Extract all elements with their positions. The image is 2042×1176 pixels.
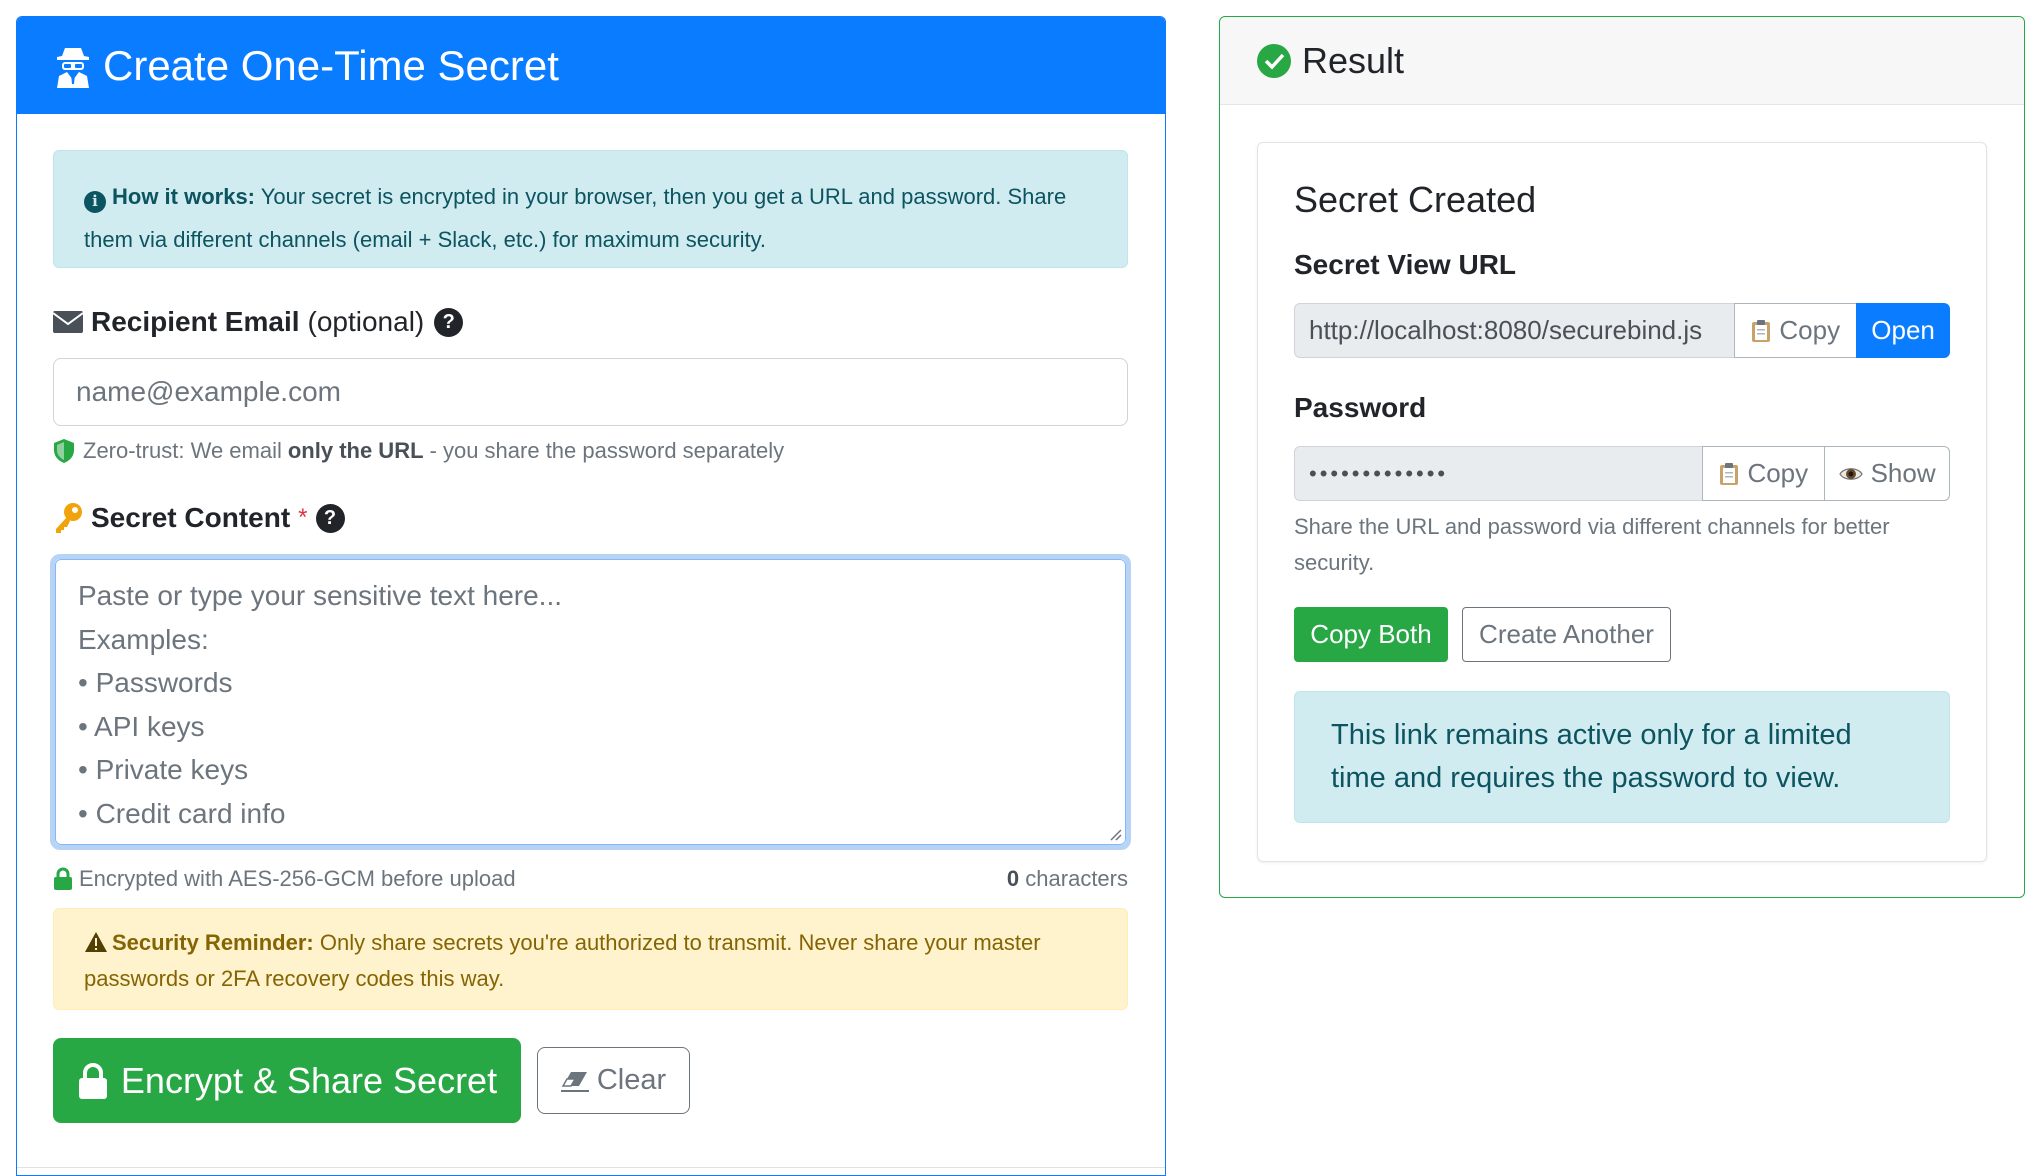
secret-placeholder: Paste or type your sensitive text here..…: [55, 559, 1126, 845]
resize-handle-icon[interactable]: [1106, 825, 1122, 841]
show-password-button[interactable]: Show: [1824, 446, 1951, 501]
eraser-icon: [560, 1071, 589, 1092]
copy-both-button[interactable]: Copy Both: [1294, 607, 1448, 662]
lock-icon: [78, 1062, 107, 1099]
copy-password-label: Copy: [1747, 458, 1809, 488]
clipboard-icon: [1720, 462, 1739, 485]
recipient-email-label: Recipient Email (optional) ?: [53, 304, 1129, 340]
char-count: 0: [1006, 866, 1020, 891]
placeholder-line: • Passwords: [78, 667, 233, 698]
encrypt-share-button[interactable]: Encrypt & Share Secret: [53, 1038, 521, 1123]
share-hint: Share the URL and password via different…: [1294, 514, 1890, 575]
link-expiry-text: This link remains active only for a limi…: [1331, 719, 1852, 794]
security-reminder-alert: Security Reminder: Only share secrets yo…: [53, 908, 1128, 1010]
lock-icon: [54, 867, 72, 890]
create-another-button[interactable]: Create Another: [1462, 607, 1671, 662]
character-counter: 0 characters: [1007, 866, 1128, 892]
copy-password-button[interactable]: Copy: [1702, 446, 1826, 501]
check-circle-icon: [1257, 43, 1291, 78]
link-expiry-alert: This link remains active only for a limi…: [1294, 691, 1950, 823]
email-help-icon[interactable]: ?: [434, 307, 464, 337]
open-url-label: Open: [1871, 315, 1935, 345]
clear-label: Clear: [596, 1064, 667, 1096]
secret-content-textarea[interactable]: Paste or type your sensitive text here..…: [50, 554, 1131, 850]
optional-text: (optional): [307, 306, 425, 337]
clipboard-icon: [1752, 319, 1771, 342]
password-group: ••••••••••••• Copy Show: [1294, 446, 1951, 501]
char-label: characters: [1025, 866, 1128, 891]
copy-url-label: Copy: [1779, 315, 1841, 345]
zero-trust-hint: Zero-trust: We email only the URL - you …: [53, 436, 1129, 466]
create-secret-card: Create One-Time Secret i How it works: Yo…: [16, 16, 1166, 1176]
show-password-label: Show: [1870, 458, 1936, 488]
encryption-note: Encrypted with AES-256-GCM before upload: [79, 866, 516, 891]
create-another-label: Create Another: [1479, 619, 1654, 649]
security-reminder-label: Security Reminder:: [112, 930, 314, 955]
encrypt-share-label: Encrypt & Share Secret: [120, 1059, 498, 1101]
zero-trust-bold: only the URL: [287, 438, 424, 463]
email-placeholder: name@example.com: [76, 376, 341, 407]
secret-created-heading: Secret Created: [1294, 179, 1537, 220]
recipient-email-input[interactable]: name@example.com: [53, 358, 1128, 426]
recipient-email-title: Recipient Email: [91, 306, 300, 337]
card-divider: [17, 1167, 1165, 1168]
result-title: Result: [1302, 39, 1405, 81]
info-circle-icon: i: [84, 190, 106, 213]
zero-trust-prefix: Zero-trust: We email: [83, 438, 282, 463]
warning-triangle-icon: [85, 932, 107, 952]
create-secret-header: Create One-Time Secret: [17, 17, 1165, 114]
eye-icon: [1838, 467, 1863, 480]
placeholder-line: • API keys: [78, 710, 205, 742]
open-url-button[interactable]: Open: [1856, 303, 1950, 358]
clear-button[interactable]: Clear: [537, 1047, 690, 1114]
key-icon: [56, 503, 82, 533]
result-header: Result: [1220, 17, 2024, 105]
zero-trust-suffix: - you share the password separately: [429, 438, 785, 463]
secret-url-value: http://localhost:8080/securebind.js: [1309, 315, 1703, 345]
secret-help-icon[interactable]: ?: [315, 503, 345, 533]
secret-created-panel: Secret Created Secret View URL http://lo…: [1257, 142, 1987, 862]
password-label: Password: [1294, 392, 1427, 423]
placeholder-line: • Credit card info: [78, 797, 286, 829]
secret-url-group: http://localhost:8080/securebind.js Copy…: [1294, 303, 1950, 358]
password-field[interactable]: •••••••••••••: [1294, 446, 1704, 501]
how-it-works-alert: i How it works: Your secret is encrypted …: [53, 150, 1128, 268]
password-mask: •••••••••••••: [1309, 460, 1449, 486]
placeholder-line: • Private keys: [78, 754, 249, 785]
envelope-icon: [53, 311, 83, 333]
result-card: Result Secret Created Secret View URL ht…: [1219, 16, 2025, 898]
secret-url-field[interactable]: http://localhost:8080/securebind.js: [1294, 303, 1736, 358]
secret-content-title: Secret Content: [91, 502, 291, 533]
copy-url-button[interactable]: Copy: [1734, 303, 1858, 358]
placeholder-line: Examples:: [78, 623, 209, 655]
placeholder-line: Paste or type your sensitive text here..…: [78, 580, 563, 611]
user-secret-icon: [57, 47, 89, 88]
shield-icon: [54, 439, 74, 463]
secret-content-label: Secret Content * ?: [53, 500, 1129, 536]
copy-both-label: Copy Both: [1310, 619, 1432, 649]
required-mark: *: [298, 504, 308, 531]
page-title: Create One-Time Secret: [103, 41, 559, 89]
secret-url-label: Secret View URL: [1294, 249, 1517, 280]
encryption-status-row: Encrypted with AES-256-GCM before upload…: [53, 864, 1128, 894]
how-it-works-label: How it works:: [112, 184, 256, 209]
